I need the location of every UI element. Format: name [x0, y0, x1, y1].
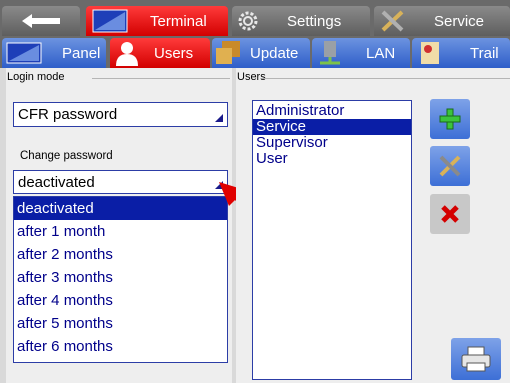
list-item[interactable]: Service — [253, 119, 411, 135]
tools-icon — [381, 10, 404, 32]
lan-icon — [320, 41, 340, 65]
delete-user-button[interactable] — [430, 194, 470, 234]
tab-update-label: Update — [250, 44, 299, 62]
print-button[interactable] — [451, 338, 501, 380]
tab-panel-label: Panel — [62, 44, 101, 62]
chevron-down-icon — [215, 114, 223, 122]
login-mode-value: CFR password — [18, 106, 118, 123]
tab-service[interactable]: Service — [374, 6, 510, 36]
tools-icon — [439, 155, 461, 177]
plus-icon — [439, 108, 461, 130]
tab-terminal[interactable]: Terminal — [86, 6, 228, 36]
dropdown-option[interactable]: after 4 months — [14, 289, 227, 312]
back-arrow-icon — [22, 14, 60, 28]
users-divider — [262, 78, 510, 79]
update-icon — [216, 41, 240, 64]
top-tab-bar: Terminal Settings Service — [0, 0, 510, 36]
terminal-icon — [92, 9, 128, 33]
list-item[interactable]: Supervisor — [253, 135, 411, 151]
change-password-value: deactivated — [18, 173, 95, 191]
trail-icon — [421, 42, 439, 64]
dropdown-option[interactable]: after 5 months — [14, 312, 227, 335]
users-group-label: Users — [237, 71, 266, 83]
login-mode-divider — [92, 78, 230, 79]
tab-terminal-label: Terminal — [150, 12, 207, 30]
users-list: Administrator Service Supervisor User — [252, 100, 412, 380]
tab-settings[interactable]: Settings — [232, 6, 370, 36]
change-password-select[interactable]: deactivated — [13, 170, 228, 194]
add-user-button[interactable] — [430, 99, 470, 139]
tab-trail[interactable]: Trail — [412, 38, 510, 68]
dropdown-option[interactable]: deactivated — [14, 197, 227, 220]
x-icon — [441, 205, 459, 223]
list-item[interactable]: User — [253, 151, 411, 167]
tab-settings-label: Settings — [287, 12, 342, 30]
tab-lan[interactable]: LAN — [312, 38, 410, 68]
tab-users[interactable]: Users — [110, 38, 210, 68]
login-mode-group-label: Login mode — [7, 71, 65, 83]
tab-trail-label: Trail — [470, 44, 499, 62]
edit-user-button[interactable] — [430, 146, 470, 186]
tab-service-label: Service — [434, 12, 485, 30]
change-password-dropdown: deactivated after 1 month after 2 months… — [13, 196, 228, 363]
change-password-label: Change password — [20, 150, 113, 162]
dropdown-option[interactable]: after 1 month — [14, 220, 227, 243]
list-item[interactable]: Administrator — [253, 103, 411, 119]
tab-panel[interactable]: Panel — [2, 38, 106, 68]
login-mode-select[interactable]: CFR password — [13, 102, 228, 127]
dropdown-option[interactable]: after 2 months — [14, 243, 227, 266]
tab-back[interactable] — [2, 6, 80, 36]
gear-icon — [238, 11, 258, 31]
dropdown-option[interactable]: after 3 months — [14, 266, 227, 289]
user-icon — [116, 42, 138, 66]
dropdown-option[interactable]: after 6 months — [14, 335, 227, 358]
sub-tab-bar: Panel Users Update LAN Trail — [0, 36, 510, 68]
tab-update[interactable]: Update — [212, 38, 310, 68]
tab-users-label: Users — [154, 44, 194, 62]
tab-lan-label: LAN — [366, 44, 396, 62]
printer-icon — [461, 346, 491, 372]
panel-icon — [6, 42, 42, 64]
